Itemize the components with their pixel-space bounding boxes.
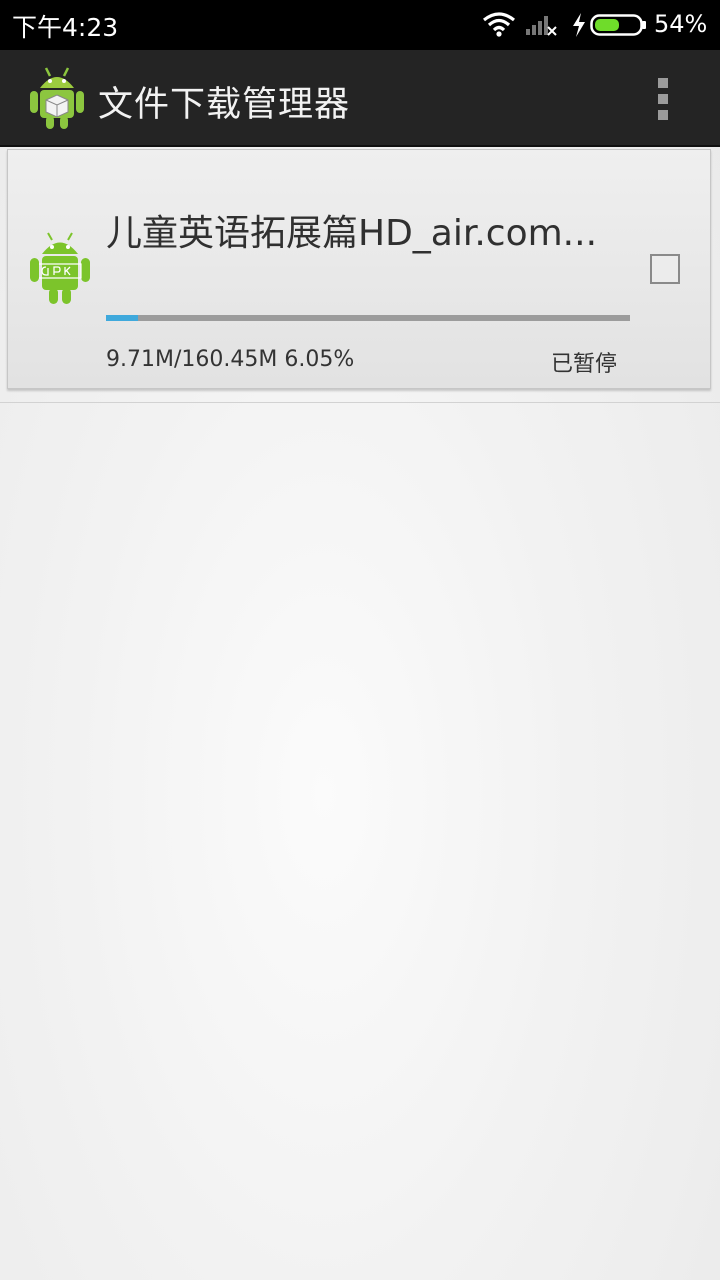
signal-icon [526,16,557,36]
battery-fill [595,19,619,31]
status-label: 已暂停 [550,352,617,377]
download-item[interactable]: 儿童英语拓展篇HD_air.com... 9.71M/160.45M 6.05%… [7,149,711,389]
status-time: 下午4:23 [12,13,119,42]
progress-bar [106,315,630,321]
wifi-icon [483,12,515,37]
select-checkbox[interactable] [650,254,680,284]
charging-icon [573,13,585,37]
battery-icon [590,14,646,36]
page-title: 文件下载管理器 [98,85,351,125]
download-size-progress: 9.71M/160.45M 6.05% [106,347,355,372]
progress-fill [106,315,138,321]
action-bar: 文件下载管理器 [0,50,720,147]
status-bar: 下午4:23 54% [0,0,720,50]
android-box-icon[interactable] [28,64,86,130]
status-icons: 54% [480,0,720,50]
menu-dot [658,78,668,88]
file-name: 儿童英语拓展篇HD_air.com... [106,213,598,254]
menu-dot [658,94,668,104]
list-divider [0,402,720,403]
overflow-menu-icon[interactable] [652,76,676,122]
menu-dot [658,110,668,120]
battery-percent: 54% [654,10,708,38]
apk-icon [30,232,90,304]
